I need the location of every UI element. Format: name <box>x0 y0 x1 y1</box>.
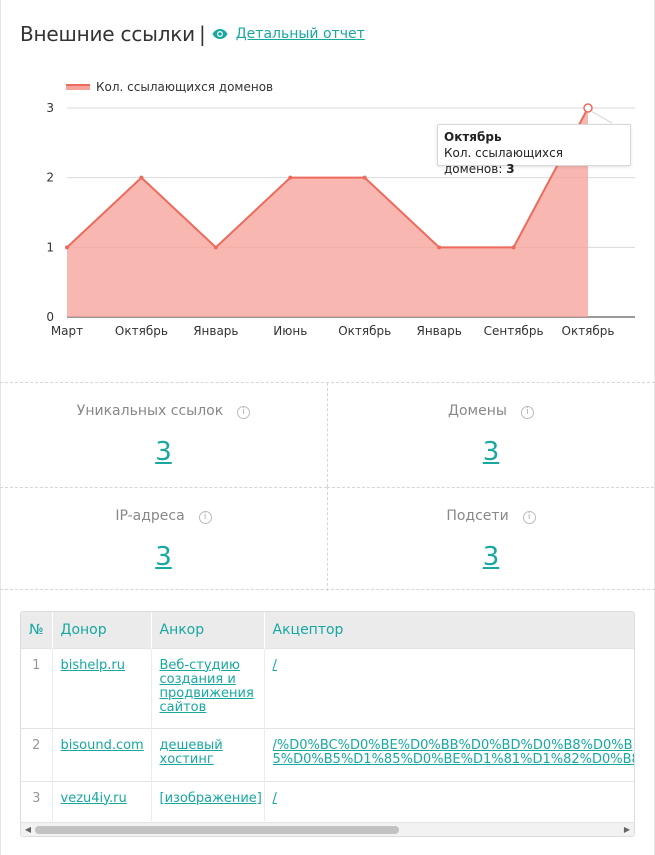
stat-value-link[interactable]: 3 <box>328 437 654 467</box>
chart-area: 0 1 2 3 Март Октябрь Январь Июнь Октябрь Январь Се… <box>0 70 655 360</box>
legend-swatch <box>66 84 90 90</box>
y-tick-label: 3 <box>46 101 54 115</box>
donor-link[interactable]: bisound.com <box>61 738 144 753</box>
data-point <box>511 245 516 250</box>
title-separator: | <box>198 22 206 46</box>
widget-header: Внешние ссылки | Детальный отчет <box>20 20 365 48</box>
stats-grid: Уникальных ссылок i 3 Домены i 3 IP-адреса… <box>0 382 655 591</box>
scroll-thumb[interactable] <box>35 826 399 834</box>
data-point <box>139 175 144 180</box>
data-point <box>213 245 218 250</box>
table-row: 2 bisound.com дешевый хостинг /%D0%BC%D0… <box>21 727 635 781</box>
chart-legend[interactable]: Кол. ссылающихся доменов <box>66 80 273 94</box>
y-tick-label: 1 <box>46 240 54 254</box>
data-point <box>65 245 69 250</box>
x-tick-label: Октябрь <box>338 324 391 338</box>
x-tick-label: Сентябрь <box>484 324 544 338</box>
row-num: 1 <box>21 647 53 728</box>
legend-label: Кол. ссылающихся доменов <box>96 80 274 94</box>
eye-icon <box>212 29 228 39</box>
tooltip-value: 3 <box>506 162 515 176</box>
donor-link[interactable]: bishelp.ru <box>61 658 125 673</box>
x-tick-label: Июнь <box>273 324 307 338</box>
data-point <box>362 175 367 180</box>
anchor-link[interactable]: дешевый хостинг <box>160 738 223 767</box>
stat-label-text: Домены <box>448 403 507 419</box>
acceptor-link[interactable]: / <box>273 791 277 806</box>
stat-domains: Домены i 3 <box>327 383 654 487</box>
backlinks-table-container: № Донор Анкор Акцептор 1 bishelp.ru Веб-… <box>20 611 635 837</box>
stat-label: Подсети i <box>328 508 654 524</box>
data-point <box>288 175 293 180</box>
column-header-acceptor[interactable]: Акцептор <box>264 612 634 648</box>
detailed-report-link[interactable]: Детальный отчет <box>236 26 365 42</box>
stat-label-text: IP-адреса <box>115 508 185 524</box>
chart-tooltip: Октябрь Кол. ссылающихся доменов: 3 <box>437 124 631 176</box>
data-point <box>583 103 593 113</box>
domains-chart: 0 1 2 3 Март Октябрь Январь Июнь Октябрь Январь Се… <box>46 101 635 338</box>
data-point <box>437 245 442 250</box>
info-icon[interactable]: i <box>522 511 536 524</box>
x-tick-label: Октябрь <box>115 324 168 338</box>
table-row: 1 bishelp.ru Веб-студию создания и продв… <box>21 647 634 728</box>
stat-label-text: Подсети <box>446 508 509 524</box>
x-tick-label: Октябрь <box>562 324 615 338</box>
info-icon[interactable]: i <box>237 406 251 419</box>
horizontal-scrollbar[interactable]: ◀ ▶ <box>21 822 634 836</box>
backlinks-table: № Донор Анкор Акцептор 1 bishelp.ru Веб-… <box>21 612 635 821</box>
stat-value-link[interactable]: 3 <box>0 542 327 572</box>
column-header-num[interactable]: № <box>21 612 53 648</box>
column-header-donor[interactable]: Донор <box>52 612 152 648</box>
donor-link[interactable]: vezu4iy.ru <box>61 791 127 806</box>
y-tick-label: 2 <box>46 171 54 185</box>
table-header-row: № Донор Анкор Акцептор <box>21 612 634 648</box>
scroll-left-arrow-icon[interactable]: ◀ <box>23 825 33 835</box>
y-tick-label: 0 <box>46 310 54 324</box>
tooltip-line: Кол. ссылающихся доменов: 3 <box>444 145 624 177</box>
x-tick-label: Январь <box>416 324 461 338</box>
stat-ip: IP-адреса i 3 <box>0 487 327 591</box>
x-tick-label: Январь <box>193 324 238 338</box>
stat-value-link[interactable]: 3 <box>0 437 327 467</box>
tooltip-label: Кол. ссылающихся доменов: <box>444 146 563 176</box>
x-tick-label: Март <box>51 324 83 338</box>
column-header-anchor[interactable]: Анкор <box>151 612 265 648</box>
anchor-link[interactable]: [изображение] <box>160 791 262 806</box>
stat-value-link[interactable]: 3 <box>328 542 654 572</box>
stat-label: IP-адреса i <box>0 508 327 524</box>
row-num: 3 <box>21 780 53 821</box>
table-row: 3 vezu4iy.ru [изображение] / <box>21 780 634 821</box>
tooltip-pointer <box>590 110 613 124</box>
stat-unique-links: Уникальных ссылок i 3 <box>0 383 327 487</box>
acceptor-link[interactable]: / <box>273 658 277 673</box>
stat-subnets: Подсети i 3 <box>327 487 654 591</box>
page-title: Внешние ссылки <box>20 22 195 46</box>
tooltip-title: Октябрь <box>444 130 502 144</box>
acceptor-link[interactable]: /%D0%BC%D0%BE%D0%BB%D0%BD%D0%B8%D0%B5%D0… <box>273 739 635 767</box>
stat-label: Домены i <box>328 403 654 419</box>
stat-label-text: Уникальных ссылок <box>76 403 224 419</box>
row-num: 2 <box>21 727 53 781</box>
info-icon[interactable]: i <box>198 511 212 524</box>
scroll-right-arrow-icon[interactable]: ▶ <box>622 825 632 835</box>
info-icon[interactable]: i <box>520 406 534 419</box>
stat-label: Уникальных ссылок i <box>0 403 327 419</box>
anchor-link[interactable]: Веб-студию создания и продвижения сайтов <box>160 658 254 715</box>
